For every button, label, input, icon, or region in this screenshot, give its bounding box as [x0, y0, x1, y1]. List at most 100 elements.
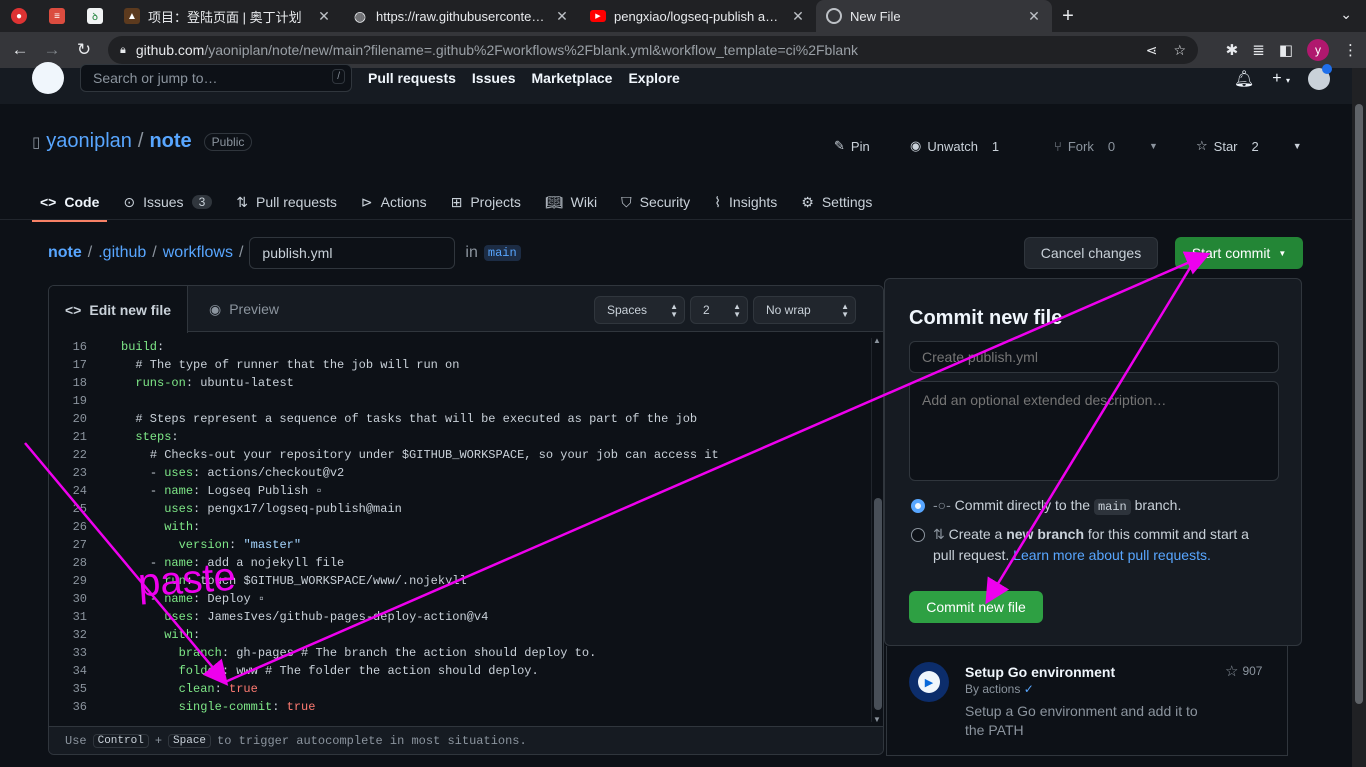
nav-issues[interactable]: Issues: [472, 70, 516, 86]
back-arrow-icon[interactable]: ←: [4, 34, 36, 66]
editor-scrollbar-thumb[interactable]: [874, 498, 882, 710]
bell-icon[interactable]: 🔔︎: [1234, 69, 1254, 89]
search-input[interactable]: Search or jump to… /: [80, 64, 352, 92]
editor-scrollbar[interactable]: ▲ ▼: [871, 336, 883, 724]
browser-tab-new-file[interactable]: New File ✕: [816, 0, 1052, 32]
code-line[interactable]: 25 uses: pengx17/logseq-publish@main: [49, 502, 869, 520]
tab-security[interactable]: ⛉ Security: [621, 184, 690, 220]
code-line[interactable]: 19: [49, 394, 869, 412]
suggestion-title[interactable]: Setup Go environment: [965, 664, 1115, 680]
commit-new-file-button[interactable]: Commit new file: [909, 591, 1043, 623]
new-branch-radio[interactable]: [911, 528, 925, 542]
browser-tab-title: 项目：登陆页面 | 奥丁计划: [148, 9, 302, 25]
nav-marketplace[interactable]: Marketplace: [532, 70, 613, 86]
tab-edit-new-file[interactable]: <> Edit new file: [49, 286, 189, 333]
new-tab-button[interactable]: +: [1052, 0, 1084, 32]
close-icon[interactable]: ✕: [316, 8, 332, 25]
scroll-up-icon[interactable]: ▲: [873, 336, 881, 345]
address-bar[interactable]: 🔒︎ github.com/yaoniplan/note/new/main?fi…: [108, 36, 1198, 64]
code-line[interactable]: 24 - name: Logseq Publish ▫: [49, 484, 869, 502]
cancel-changes-button[interactable]: Cancel changes: [1024, 237, 1158, 269]
code-line[interactable]: 32 with:: [49, 628, 869, 646]
wrap-mode-select[interactable]: No wrap ▲ ▼: [753, 296, 856, 324]
browser-tab-youtube[interactable]: ▶ pengxiao/logseq-publish action ✕: [580, 0, 816, 32]
forward-arrow-icon[interactable]: →: [36, 34, 68, 66]
fork-button[interactable]: ⑂ Fork 0 ▼: [1054, 132, 1196, 160]
side-panel-icon[interactable]: ◧: [1279, 41, 1293, 59]
star-dropdown-icon[interactable]: ▼: [1293, 141, 1302, 151]
page-scrollbar-thumb[interactable]: [1355, 104, 1363, 704]
code-line[interactable]: 36 single-commit: true: [49, 700, 869, 718]
tab-search-chevron-icon[interactable]: ⌄: [1340, 6, 1352, 23]
code-area[interactable]: 16 build: 17 # The type of runner that the…: [49, 340, 869, 718]
browser-tab-pinned-2[interactable]: ≡: [38, 0, 76, 32]
start-commit-button[interactable]: Start commit ▼: [1175, 237, 1303, 269]
learn-more-link[interactable]: Learn more about pull requests.: [1013, 547, 1211, 563]
code-line[interactable]: 26 with:: [49, 520, 869, 538]
commit-summary-input[interactable]: [909, 341, 1279, 373]
yaml-bool: true: [286, 700, 316, 714]
close-icon[interactable]: ✕: [554, 8, 570, 25]
commit-direct-radio[interactable]: [911, 499, 925, 513]
workflow-suggestion-card[interactable]: ▶ Setup Go environment By actions ✓ Setu…: [886, 646, 1288, 756]
indent-size-select[interactable]: 2 ▲ ▼: [690, 296, 748, 324]
code-line[interactable]: 31 uses: JamesIves/github-pages-deploy-a…: [49, 610, 869, 628]
tab-code[interactable]: <> Code: [31, 184, 108, 222]
commit-direct-option[interactable]: -○- Commit directly to the main branch.: [933, 495, 1181, 518]
pin-button[interactable]: ✎ Pin: [834, 132, 910, 160]
profile-avatar[interactable]: y: [1307, 39, 1329, 61]
puzzle-icon[interactable]: ✱: [1226, 41, 1239, 59]
commit-description-textarea[interactable]: [909, 381, 1279, 481]
code-line[interactable]: 33 branch: gh-pages # The branch the act…: [49, 646, 869, 664]
breadcrumb-dir-workflows[interactable]: workflows: [163, 244, 233, 262]
browser-tab-pinned-1[interactable]: ●: [0, 0, 38, 32]
code-line[interactable]: 34 folder: www # The folder the action s…: [49, 664, 869, 682]
line-number: 27: [72, 538, 87, 552]
code-line[interactable]: 27 version: "master": [49, 538, 869, 556]
code-line[interactable]: 22 # Checks-out your repository under $G…: [49, 448, 869, 466]
code-line[interactable]: 18 runs-on: ubuntu-latest: [49, 376, 869, 394]
tab-projects[interactable]: ⊞ Projects: [451, 184, 521, 220]
tab-wiki[interactable]: 📖︎ Wiki: [545, 184, 597, 220]
code-line[interactable]: 16 build:: [49, 340, 869, 358]
reload-icon[interactable]: ↻: [68, 34, 100, 66]
repo-name-link[interactable]: note: [149, 130, 191, 153]
tab-settings[interactable]: ⚙ Settings: [801, 184, 872, 220]
code-line[interactable]: 35 clean: true: [49, 682, 869, 700]
breadcrumb: note / .github / workflows / in main: [48, 237, 521, 269]
breadcrumb-dir-github[interactable]: .github: [98, 244, 146, 262]
new-branch-option[interactable]: ⇅ Create a new branch for this commit an…: [933, 524, 1273, 545]
tab-preview[interactable]: ◉ Preview: [193, 286, 295, 332]
nav-pull-requests[interactable]: Pull requests: [368, 70, 456, 86]
close-icon[interactable]: ✕: [1026, 8, 1042, 25]
github-logo-icon[interactable]: [32, 62, 64, 94]
code-line[interactable]: 23 - uses: actions/checkout@v2: [49, 466, 869, 484]
code-line[interactable]: 17 # The type of runner that the job wil…: [49, 358, 869, 376]
repo-owner-link[interactable]: yaoniplan: [46, 130, 132, 153]
browser-menu-icon[interactable]: ⋮: [1343, 41, 1358, 59]
star-button[interactable]: ☆ Star 2 ▼: [1196, 132, 1308, 160]
indent-mode-select[interactable]: Spaces ▲ ▼: [594, 296, 685, 324]
plus-dropdown-icon[interactable]: + ▾: [1272, 70, 1290, 88]
fork-dropdown-icon[interactable]: ▼: [1149, 141, 1158, 151]
tab-actions[interactable]: ⊳ Actions: [361, 184, 427, 220]
code-line[interactable]: 20 # Steps represent a sequence of tasks…: [49, 412, 869, 430]
user-avatar[interactable]: [1308, 64, 1332, 90]
tab-pull-requests[interactable]: ⇅ Pull requests: [236, 184, 337, 220]
browser-tab-pinned-3[interactable]: ꝺ: [76, 0, 114, 32]
breadcrumb-root[interactable]: note: [48, 244, 82, 262]
unwatch-button[interactable]: ◉ Unwatch 1: [910, 132, 1054, 160]
bookmark-star-icon[interactable]: ☆: [1173, 42, 1186, 59]
close-icon[interactable]: ✕: [790, 8, 806, 25]
code-line[interactable]: 21 steps:: [49, 430, 869, 448]
nav-explore[interactable]: Explore: [628, 70, 679, 86]
scroll-down-icon[interactable]: ▼: [873, 715, 881, 724]
browser-tab-odin[interactable]: ▲ 项目：登陆页面 | 奥丁计划 ✕: [114, 0, 342, 32]
filename-input[interactable]: [249, 237, 456, 269]
media-queue-icon[interactable]: ≣: [1252, 41, 1265, 59]
browser-tab-raw[interactable]: ◍ https://raw.githubusercontent.com ✕: [342, 0, 580, 32]
tab-issues[interactable]: ⊙ Issues 3: [123, 184, 213, 220]
share-icon[interactable]: ⋖: [1146, 42, 1158, 59]
page-scrollbar[interactable]: [1352, 68, 1366, 767]
tab-insights[interactable]: ⌇ Insights: [714, 184, 777, 220]
